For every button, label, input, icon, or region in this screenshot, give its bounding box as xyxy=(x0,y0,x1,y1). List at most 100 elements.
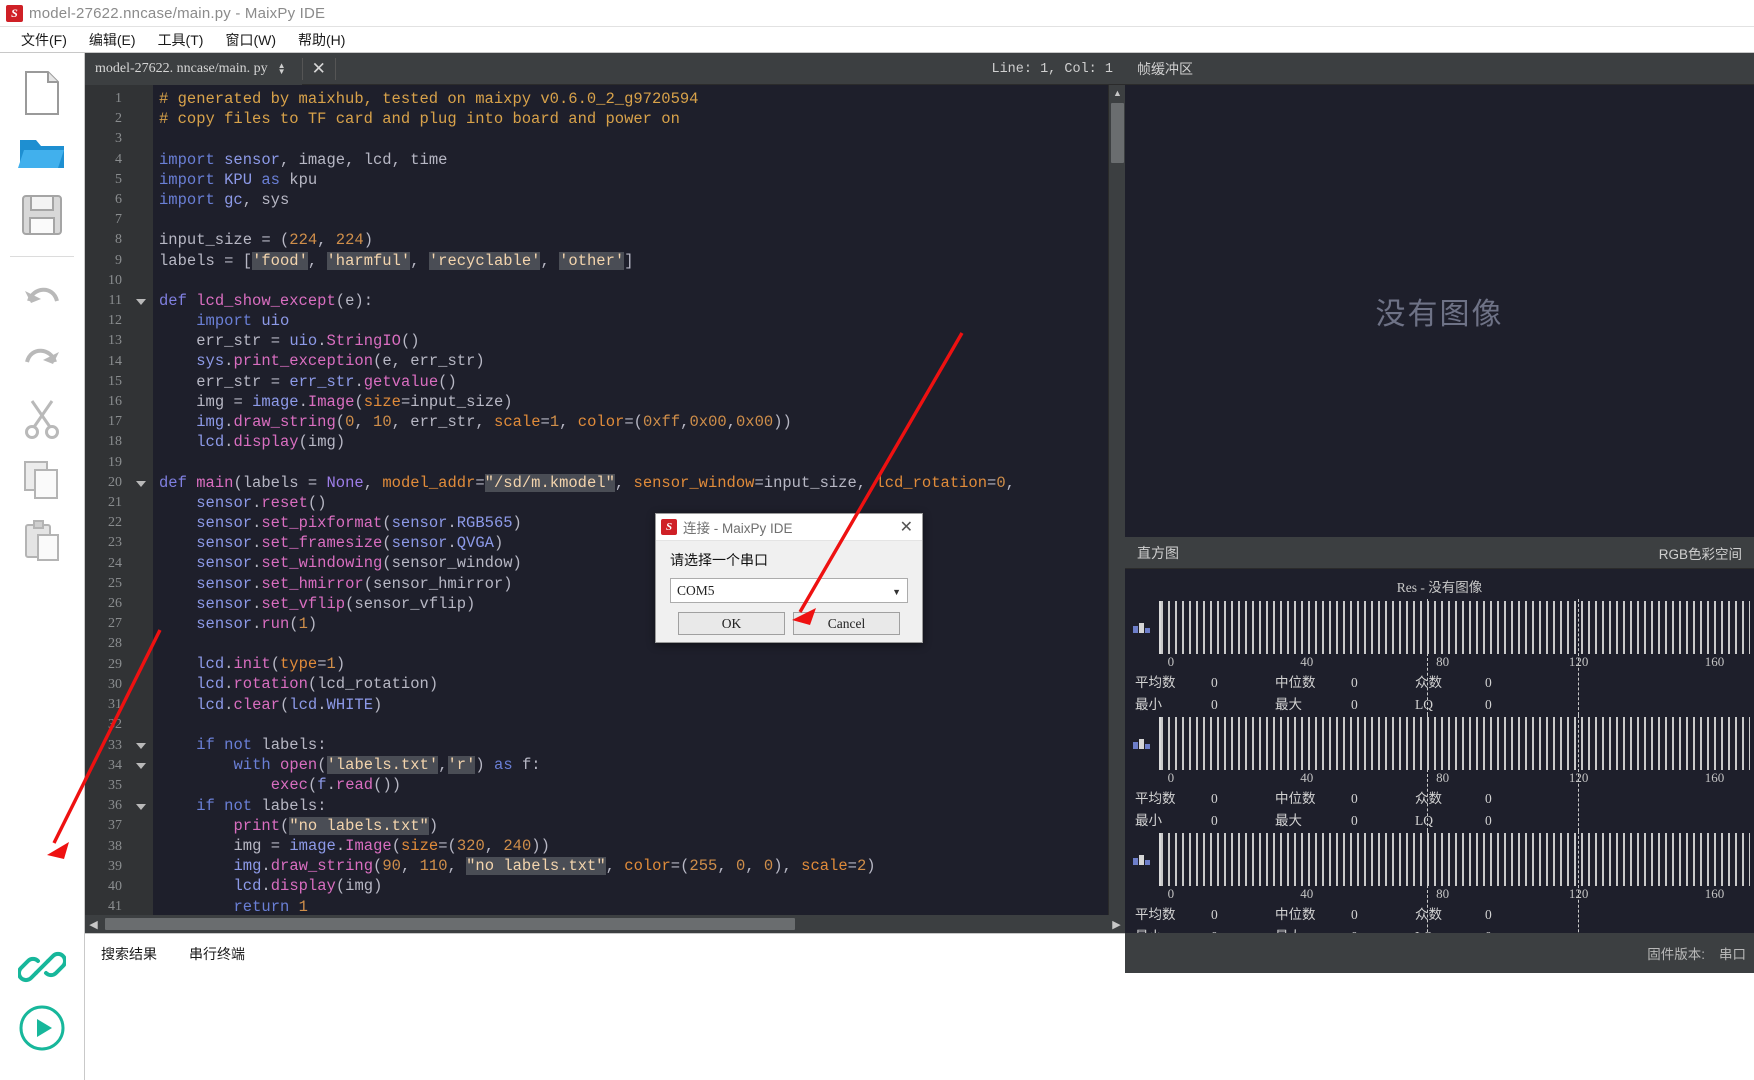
editor-tab-label: model-27622. nncase/main. py xyxy=(95,61,268,77)
tab-spinner-icon[interactable]: ▲▼ xyxy=(278,63,286,75)
scroll-right-icon[interactable]: ▶ xyxy=(1108,915,1125,933)
firmware-version-label: 固件版本: xyxy=(1647,943,1705,963)
cancel-button[interactable]: Cancel xyxy=(793,612,900,635)
code-line: # generated by maixhub, tested on maixpy… xyxy=(153,89,1125,109)
new-file-button[interactable] xyxy=(14,65,70,121)
code-editor[interactable]: 1234567891011121314151617181920212223242… xyxy=(85,85,1125,935)
stat-label: 最大 xyxy=(1275,810,1351,831)
cut-button[interactable] xyxy=(14,391,70,447)
stat-value: 0 xyxy=(1485,810,1545,831)
horizontal-scroll-thumb[interactable] xyxy=(105,918,795,930)
editor-tab[interactable]: model-27622. nncase/main. py ▲▼ xyxy=(85,53,302,85)
dialog-title-bar: S 连接 - MaixPy IDE ✕ xyxy=(656,514,922,541)
cursor-position-status: Line: 1, Col: 1 xyxy=(991,53,1113,85)
code-line: lcd.init(type=1) xyxy=(153,654,1125,674)
line-number: 11 xyxy=(85,291,131,311)
fold-spacer xyxy=(131,654,153,674)
editor-horizontal-scrollbar[interactable]: ◀ ▶ xyxy=(85,915,1125,933)
fold-spacer xyxy=(131,513,153,533)
code-line: import gc, sys xyxy=(153,190,1125,210)
stat-label: 中位数 xyxy=(1275,904,1351,925)
paste-button[interactable] xyxy=(14,513,70,569)
histogram-channel-icon xyxy=(1125,601,1159,654)
stat-label: 平均数 xyxy=(1135,788,1211,809)
tab-divider-2 xyxy=(335,58,336,80)
dialog-close-button[interactable]: ✕ xyxy=(891,517,922,537)
code-fold-column[interactable] xyxy=(131,85,153,935)
line-number: 19 xyxy=(85,453,131,473)
fold-spacer xyxy=(131,412,153,432)
bottom-tab-bar: 搜索结果 串行终端 xyxy=(85,933,1125,973)
code-line: import sensor, image, lcd, time xyxy=(153,150,1125,170)
paste-icon xyxy=(22,520,62,562)
fold-toggle-icon[interactable] xyxy=(131,291,153,311)
code-line xyxy=(153,715,1125,735)
redo-button[interactable] xyxy=(14,330,70,386)
fold-toggle-icon[interactable] xyxy=(131,473,153,493)
scroll-up-icon[interactable]: ▲ xyxy=(1109,85,1126,101)
fold-toggle-icon[interactable] xyxy=(131,735,153,755)
menu-help[interactable]: 帮助(H) xyxy=(287,28,356,52)
line-number: 12 xyxy=(85,311,131,331)
axis-tick-label: 160 xyxy=(1705,886,1725,902)
cut-icon xyxy=(24,399,60,439)
tab-search-results[interactable]: 搜索结果 xyxy=(85,944,173,964)
axis-tick-label: 40 xyxy=(1300,654,1313,670)
fold-spacer xyxy=(131,432,153,452)
fold-toggle-icon[interactable] xyxy=(131,755,153,775)
code-line: def main(labels = None, model_addr="/sd/… xyxy=(153,473,1125,493)
code-content[interactable]: # generated by maixhub, tested on maixpy… xyxy=(153,85,1125,935)
stat-value: 0 xyxy=(1211,672,1275,693)
editor-vertical-scrollbar[interactable]: ▲ ▼ xyxy=(1108,85,1125,935)
connect-icon xyxy=(18,943,66,991)
stat-value: 0 xyxy=(1485,904,1545,925)
histogram-plot xyxy=(1159,833,1750,886)
histogram-title: 直方图 xyxy=(1137,543,1179,563)
ok-button[interactable]: OK xyxy=(678,612,785,635)
close-tab-button[interactable]: ✕ xyxy=(303,59,335,79)
connect-dialog[interactable]: S 连接 - MaixPy IDE ✕ 请选择一个串口 COM5 ▼ OK Ca… xyxy=(655,513,923,643)
serial-port-select[interactable]: COM5 ▼ xyxy=(670,578,908,603)
fold-toggle-icon[interactable] xyxy=(131,796,153,816)
chevron-down-icon[interactable]: ▼ xyxy=(892,579,901,604)
line-number: 30 xyxy=(85,675,131,695)
code-line xyxy=(153,210,1125,230)
save-button[interactable] xyxy=(14,187,70,243)
undo-button[interactable] xyxy=(14,269,70,325)
histogram-panel-header: 直方图 RGB色彩空间 xyxy=(1125,537,1754,569)
open-folder-button[interactable] xyxy=(14,126,70,182)
stat-label: 最小 xyxy=(1135,810,1211,831)
line-number: 17 xyxy=(85,412,131,432)
run-button[interactable] xyxy=(14,1000,70,1056)
code-line: import KPU as kpu xyxy=(153,170,1125,190)
menu-tools[interactable]: 工具(T) xyxy=(147,28,215,52)
vertical-scroll-thumb[interactable] xyxy=(1111,103,1124,163)
stat-value: 0 xyxy=(1485,694,1545,715)
right-panel-column: 帧缓冲区 没有图像 直方图 RGB色彩空间 Res - 没有图像 0408012… xyxy=(1125,53,1754,1080)
undo-icon xyxy=(21,281,63,313)
save-icon xyxy=(21,194,63,236)
line-number: 22 xyxy=(85,513,131,533)
fold-spacer xyxy=(131,695,153,715)
line-number: 8 xyxy=(85,230,131,250)
scroll-left-icon[interactable]: ◀ xyxy=(85,915,102,933)
line-number: 3 xyxy=(85,129,131,149)
menu-edit[interactable]: 编辑(E) xyxy=(78,28,147,52)
menu-file[interactable]: 文件(F) xyxy=(10,28,78,52)
menu-window[interactable]: 窗口(W) xyxy=(214,28,287,52)
connect-button[interactable] xyxy=(14,939,70,995)
dialog-button-row: OK Cancel xyxy=(670,612,908,635)
histogram-channel: 04080120160平均数0中位数0众数0最小0最大0LQ0 xyxy=(1125,715,1754,831)
stat-value: 0 xyxy=(1351,672,1415,693)
copy-button[interactable] xyxy=(14,452,70,508)
fold-spacer xyxy=(131,452,153,472)
tab-serial-terminal[interactable]: 串行终端 xyxy=(173,944,261,964)
histogram-channel-icon xyxy=(1125,833,1159,886)
axis-tick-label: 160 xyxy=(1705,654,1725,670)
code-line: def lcd_show_except(e): xyxy=(153,291,1125,311)
editor-tab-bar: model-27622. nncase/main. py ▲▼ ✕ Line: … xyxy=(85,53,1125,85)
line-number: 7 xyxy=(85,210,131,230)
axis-tick-label: 0 xyxy=(1168,654,1175,670)
stat-label: 中位数 xyxy=(1275,672,1351,693)
stat-label: 众数 xyxy=(1415,904,1485,925)
